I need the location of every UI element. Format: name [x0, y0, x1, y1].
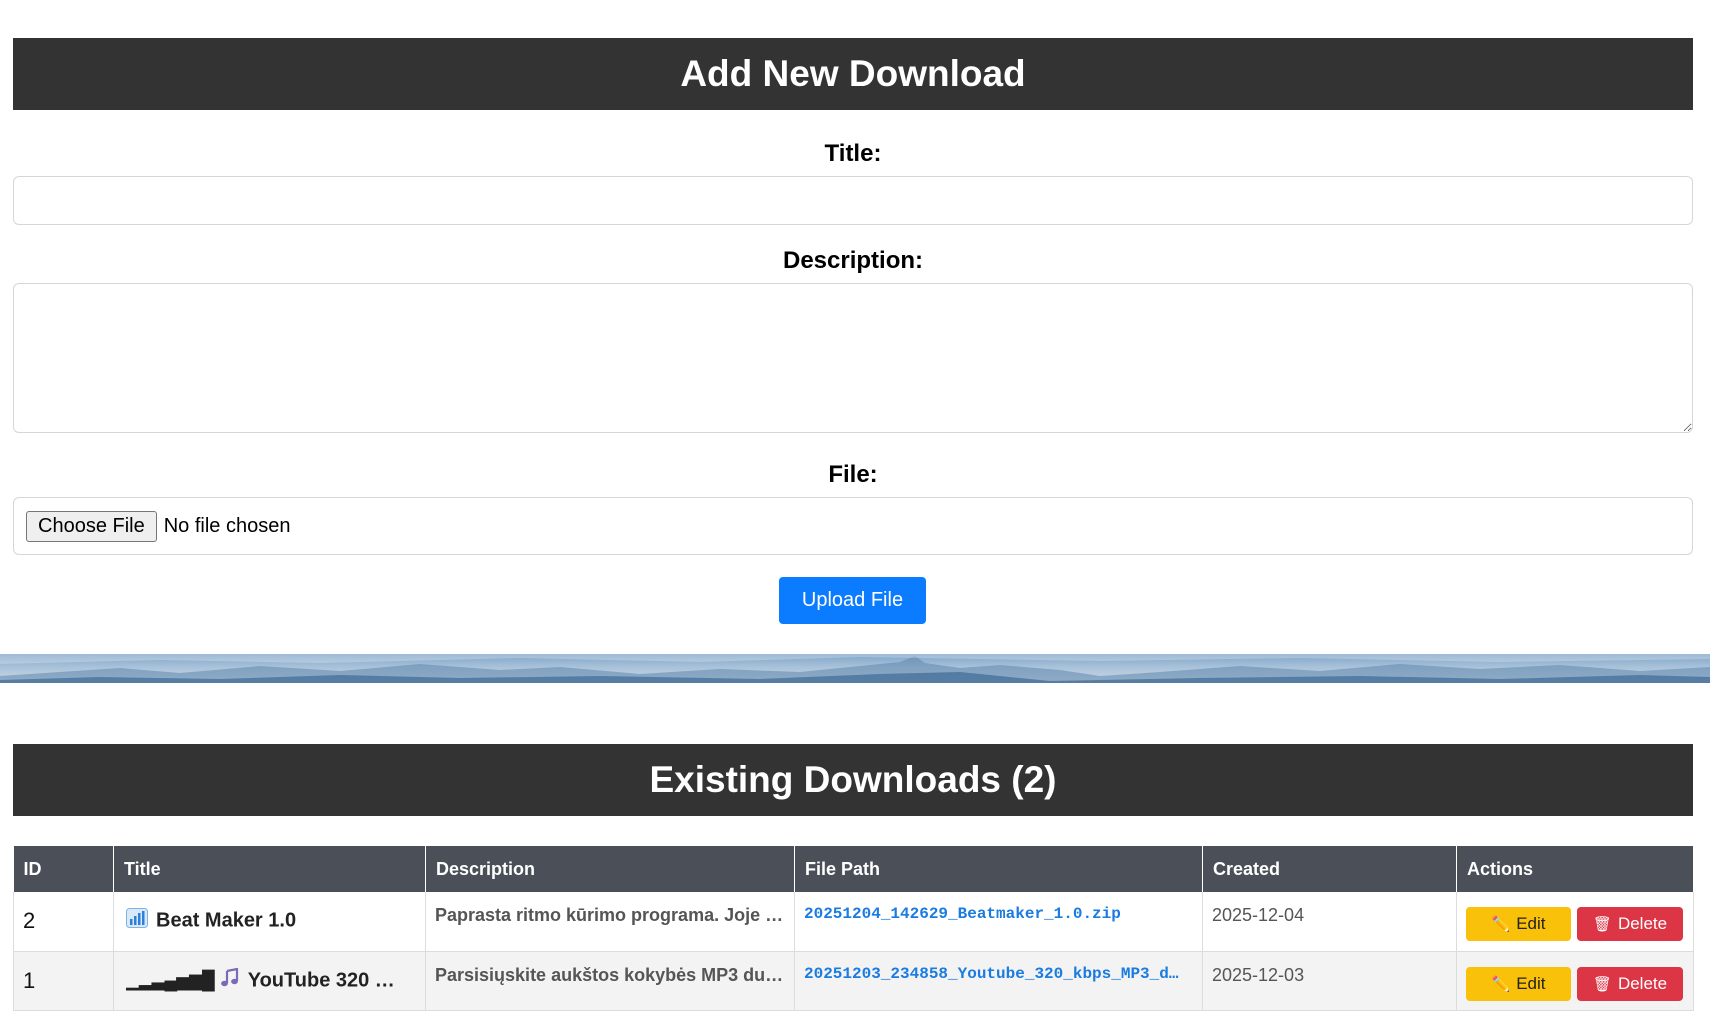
edit-label: Edit [1516, 973, 1546, 993]
bar-chart-icon [126, 908, 148, 934]
column-header-description[interactable]: Description [425, 846, 795, 892]
music-note-icon [220, 967, 240, 994]
delete-button[interactable]: 🗑 Delete [1577, 966, 1683, 1001]
file-label: File: [828, 461, 878, 488]
row-description: Paprasta ritmo kūrimo programa. Joje … [435, 905, 784, 925]
file-input[interactable]: Choose File No file chosen [13, 497, 1693, 555]
file-status-text: No file chosen [163, 514, 291, 537]
trash-icon: 🗑 [1592, 916, 1612, 934]
row-file-path-link[interactable]: 20251204_142629_Beatmaker_1.0.zip [804, 905, 1193, 923]
add-download-heading: Add New Download [13, 38, 1693, 110]
row-file-path-link[interactable]: 20251203_234858_Youtube_320_kbps_MP3_d… [804, 965, 1193, 983]
table-header-row: ID Title Description File Path Created A… [13, 846, 1694, 892]
title-label: Title: [824, 140, 882, 167]
landscape-banner [0, 654, 1710, 683]
downloads-table: ID Title Description File Path Created A… [13, 846, 1694, 1011]
table-row: 2 Beat Maker 1.0 Paprasta ritmo kūrimo p [13, 892, 1694, 952]
choose-file-button[interactable]: Choose File [26, 510, 157, 542]
description-textarea[interactable] [13, 283, 1693, 433]
row-id: 2 [13, 892, 114, 952]
existing-downloads-heading: Existing Downloads (2) [13, 744, 1693, 816]
pencil-icon: ✏️ [1491, 975, 1511, 993]
column-header-file-path[interactable]: File Path [794, 846, 1203, 892]
row-title: Beat Maker 1.0 [156, 909, 297, 932]
title-input[interactable] [13, 176, 1693, 225]
delete-label: Delete [1617, 914, 1668, 934]
delete-button[interactable]: 🗑 Delete [1577, 907, 1683, 942]
row-title-cell: Beat Maker 1.0 [126, 908, 416, 934]
edit-button[interactable]: ✏️ Edit [1466, 966, 1571, 1001]
delete-label: Delete [1617, 973, 1668, 993]
edit-label: Edit [1516, 914, 1546, 934]
column-header-title[interactable]: Title [113, 846, 426, 892]
row-description: Parsisiųskite aukštos kokybės MP3 du… [435, 964, 784, 985]
pencil-icon: ✏️ [1491, 916, 1511, 934]
column-header-actions: Actions [1456, 846, 1694, 892]
column-header-created[interactable]: Created [1202, 846, 1457, 892]
row-id: 1 [13, 951, 114, 1011]
row-created: 2025-12-03 [1212, 964, 1305, 985]
mountain-silhouette-image [0, 654, 1710, 683]
row-title: YouTube 320 … [247, 968, 395, 991]
table-row: 1 ▁▂▃▄▅▆█ YouTube 320 … Parsisiųskite au… [13, 951, 1694, 1011]
trash-icon: 🗑 [1592, 975, 1612, 993]
edit-button[interactable]: ✏️ Edit [1466, 907, 1571, 942]
row-created: 2025-12-04 [1212, 905, 1305, 925]
row-title-prefix: ▁▂▃▄▅▆█ [126, 969, 215, 990]
row-title-cell: ▁▂▃▄▅▆█ YouTube 320 … [126, 967, 416, 994]
column-header-id[interactable]: ID [13, 846, 114, 892]
description-label: Description: [782, 247, 923, 274]
upload-file-button[interactable]: Upload File [779, 577, 926, 624]
